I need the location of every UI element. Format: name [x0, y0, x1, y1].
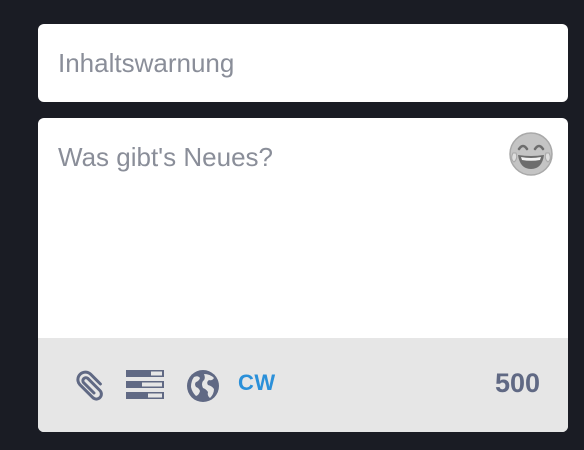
character-counter: 500 [494, 368, 540, 398]
attach-media-button[interactable] [71, 368, 107, 404]
laughing-tears-emoji-icon [509, 132, 553, 176]
poll-icon [126, 370, 164, 399]
emoji-picker-button[interactable] [508, 131, 554, 177]
globe-icon [187, 370, 219, 402]
compose-toolbar: CW 500 [38, 338, 568, 432]
compose-form: Was gibt's Neues? CW 500 [38, 118, 568, 432]
paperclip-icon [76, 370, 103, 401]
visibility-button[interactable] [186, 369, 220, 403]
content-warning-toggle[interactable]: CW [238, 370, 276, 396]
content-warning-input[interactable]: Inhaltswarnung [38, 24, 568, 102]
content-warning-placeholder: Inhaltswarnung [58, 47, 235, 78]
add-poll-button[interactable] [126, 370, 164, 400]
compose-textarea[interactable]: Was gibt's Neues? [58, 142, 273, 173]
